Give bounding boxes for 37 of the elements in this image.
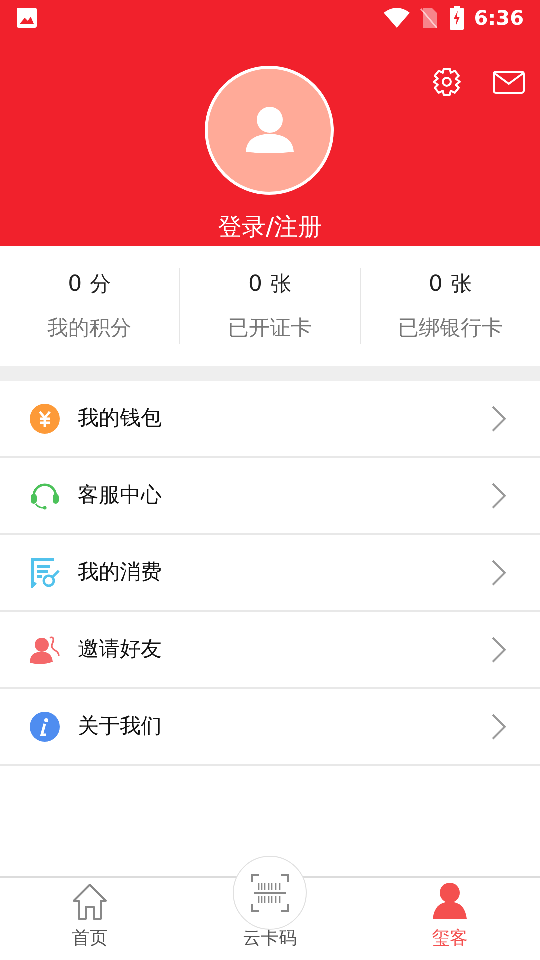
people-icon (30, 634, 60, 664)
login-link[interactable]: 登录/注册 (218, 209, 322, 245)
nav-tab[interactable]: 云卡码 (180, 856, 360, 960)
home-icon (72, 883, 108, 921)
menu-item[interactable]: 客服中心 (0, 458, 540, 535)
menu-item[interactable]: 邀请好友 (0, 612, 540, 689)
image-icon (16, 7, 38, 29)
stat-unit: 张 (450, 271, 472, 298)
chevron-right-icon (492, 636, 506, 662)
user-icon (244, 106, 294, 156)
person-icon (433, 883, 467, 921)
stat-label: 已开证卡 (228, 314, 312, 342)
barcode-icon (251, 874, 289, 912)
menu-item[interactable]: 我的钱包 (0, 381, 540, 458)
stat-value: 0 (248, 271, 262, 299)
receipt-icon (30, 558, 60, 588)
info-icon (30, 712, 60, 742)
stat-label: 已绑银行卡 (398, 314, 503, 342)
chevron-right-icon (492, 482, 506, 508)
settings-icon[interactable] (431, 66, 463, 98)
clock-time: 6:36 (474, 5, 524, 32)
no-sim-icon (420, 7, 438, 29)
wifi-icon (384, 8, 410, 28)
battery-icon (450, 6, 464, 30)
stat-label: 我的积分 (48, 314, 132, 342)
menu-item[interactable]: 关于我们 (0, 689, 540, 766)
nav-tab[interactable]: 首页 (0, 878, 180, 960)
mail-icon[interactable] (493, 71, 525, 94)
stat-value: 0 (68, 271, 82, 299)
chevron-right-icon (492, 560, 506, 586)
stat-unit: 张 (270, 271, 292, 298)
menu-item[interactable]: 我的消费 (0, 535, 540, 612)
wallet-icon (30, 404, 60, 434)
chevron-right-icon (492, 406, 506, 432)
stat-value: 0 (428, 271, 443, 299)
stat-unit: 分 (90, 271, 112, 298)
chevron-right-icon (492, 714, 506, 740)
